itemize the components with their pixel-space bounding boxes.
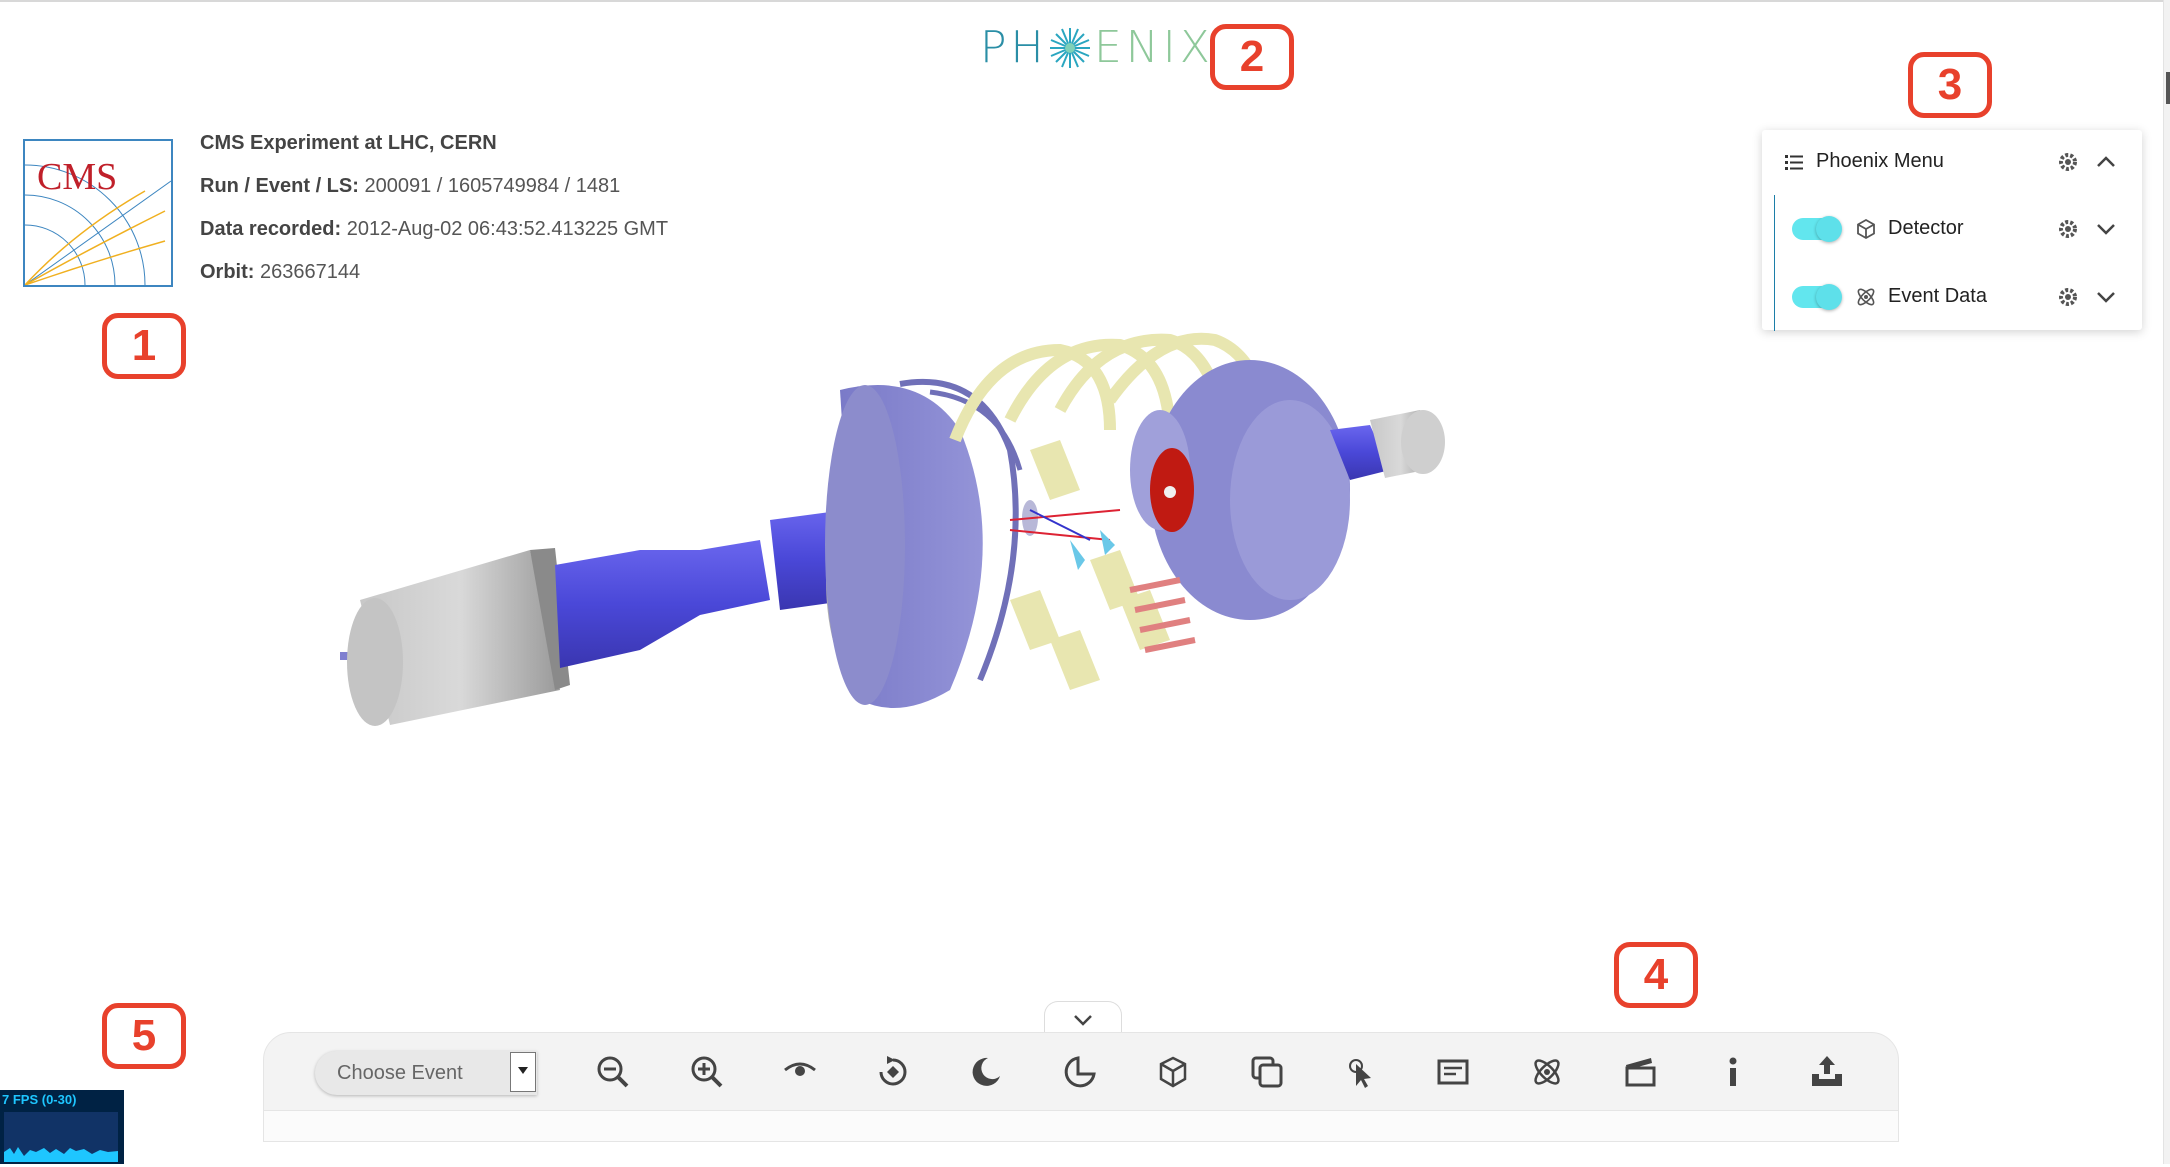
gear-icon[interactable] — [2056, 150, 2080, 174]
chevron-down-icon[interactable] — [2094, 217, 2118, 241]
zoom-out-icon[interactable] — [593, 1052, 633, 1092]
event-data-label: Event Data — [1888, 285, 1987, 307]
callout-5: 5 — [102, 1003, 186, 1069]
event-select-dropdown[interactable] — [510, 1052, 536, 1092]
fps-graph — [4, 1112, 118, 1162]
orbit-label: Orbit: — [200, 261, 255, 283]
animate-icon[interactable] — [1620, 1052, 1660, 1092]
phoenix-star-icon — [1050, 28, 1090, 68]
gear-icon[interactable] — [2056, 285, 2080, 309]
phoenix-logo: PH ENIX — [980, 22, 1210, 73]
toolbar-footer — [263, 1110, 1899, 1142]
left-muon-discs — [825, 378, 1023, 708]
run-value: 200091 / 1605749984 / 1481 — [364, 175, 621, 197]
recorded-label: Data recorded: — [200, 218, 342, 240]
run-label: Run / Event / LS: — [200, 175, 359, 197]
experiment-title: CMS Experiment at LHC, CERN — [200, 132, 497, 154]
orbit-value: 263667144 — [260, 261, 361, 283]
atom-icon — [1857, 288, 1875, 306]
export-icon[interactable] — [1807, 1052, 1847, 1092]
perform-pick-icon[interactable] — [1340, 1052, 1380, 1092]
chevron-down-icon — [1074, 1015, 1092, 1026]
logo-text-left: PH — [980, 22, 1048, 73]
toolbar-collapse-tab[interactable] — [1044, 1001, 1122, 1036]
gear-icon[interactable] — [2056, 217, 2080, 241]
info-icon[interactable] — [1713, 1052, 1753, 1092]
overlay-icon[interactable] — [1247, 1052, 1287, 1092]
event-select[interactable]: Choose Event — [315, 1051, 537, 1095]
callout-2: 2 — [1210, 24, 1294, 90]
eye-icon[interactable] — [780, 1052, 820, 1092]
left-blue-pipe — [555, 540, 770, 668]
list-icon — [1785, 155, 1803, 170]
zoom-in-icon[interactable] — [687, 1052, 727, 1092]
experiment-info: CMS Experiment at LHC, CERN Run / Event … — [200, 128, 668, 300]
menu-item-detector[interactable]: Detector — [1762, 209, 2142, 249]
collections-icon[interactable] — [1527, 1052, 1567, 1092]
chevron-down-icon[interactable] — [2094, 285, 2118, 309]
clipping-icon[interactable] — [1060, 1052, 1100, 1092]
info-panel-icon[interactable] — [1433, 1052, 1473, 1092]
experiment-logo: CMS — [23, 139, 173, 287]
fps-text: 7 FPS (0-30) — [2, 1092, 77, 1107]
object-selection-icon[interactable] — [1153, 1052, 1193, 1092]
fps-stats-panel[interactable]: 7 FPS (0-30) — [0, 1090, 124, 1164]
callout-4: 4 — [1614, 942, 1698, 1008]
chevron-up-icon[interactable] — [2094, 150, 2118, 174]
menu-item-event-data[interactable]: Event Data — [1762, 277, 2142, 317]
auto-rotate-icon[interactable] — [873, 1052, 913, 1092]
menu-header[interactable]: Phoenix Menu — [1762, 142, 2142, 182]
detector-toggle[interactable] — [1792, 216, 1842, 242]
logo-text-right: ENIX — [1094, 22, 1214, 73]
detector-label: Detector — [1888, 217, 1964, 239]
event-data-toggle[interactable] — [1792, 284, 1842, 310]
cube-icon — [1857, 218, 1875, 240]
cms-logo-text: CMS — [37, 156, 117, 198]
dark-theme-icon[interactable] — [966, 1052, 1006, 1092]
phoenix-menu: Phoenix Menu Detector Event Data — [1762, 130, 2142, 331]
menu-title: Phoenix Menu — [1816, 150, 1944, 172]
caret-down-icon — [518, 1067, 528, 1074]
callout-1: 1 — [102, 313, 186, 379]
left-endcap-face — [347, 598, 403, 726]
recorded-value: 2012-Aug-02 06:43:52.413225 GMT — [346, 218, 669, 240]
callout-3: 3 — [1908, 52, 1992, 118]
